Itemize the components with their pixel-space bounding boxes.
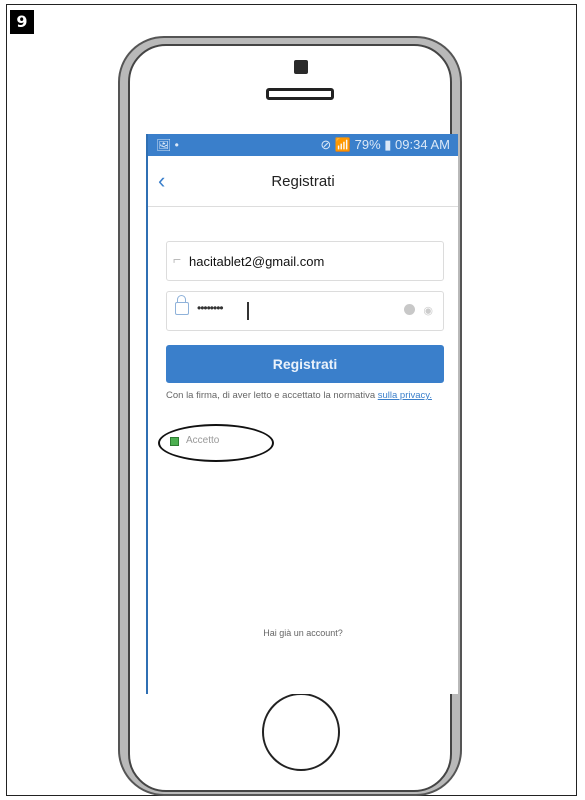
phone-screen: 🖼 • ⊘ 📶 79% ▮ 09:34 AM ‹ Registrati ⌐ ha… [146,134,458,694]
accept-checkbox[interactable] [170,437,179,446]
clear-icon[interactable] [404,304,415,315]
text-cursor [247,302,249,320]
eye-icon[interactable]: ◉ [423,304,433,317]
login-link[interactable]: Hai già un account? [148,628,458,638]
speaker-grille [266,88,334,100]
register-button[interactable]: Registrati [166,345,444,383]
status-right: ⊘ 📶 79% ▮ 09:34 AM [320,137,450,152]
email-field[interactable]: ⌐ hacitablet2@gmail.com [166,241,444,281]
privacy-link[interactable]: sulla privacy. [378,390,432,401]
page-title: Registrati [271,173,335,190]
person-icon: ⌐ [173,251,182,267]
status-left-icons: 🖼 • [156,138,179,152]
step-badge: 9 [10,10,34,34]
password-value: •••••••• [197,301,224,315]
terms-body: Con la firma, di aver letto e accettato … [166,390,378,401]
accept-label: Accetto [186,435,220,446]
camera-icon [294,60,308,74]
lock-icon [175,295,189,315]
terms-text: Con la firma, di aver letto e accettato … [166,390,456,402]
home-button[interactable] [262,693,340,771]
email-value: hacitablet2@gmail.com [189,254,325,269]
app-header: ‹ Registrati [148,156,458,207]
status-bar: 🖼 • ⊘ 📶 79% ▮ 09:34 AM [148,134,458,156]
password-field[interactable]: •••••••• ◉ [166,291,444,331]
